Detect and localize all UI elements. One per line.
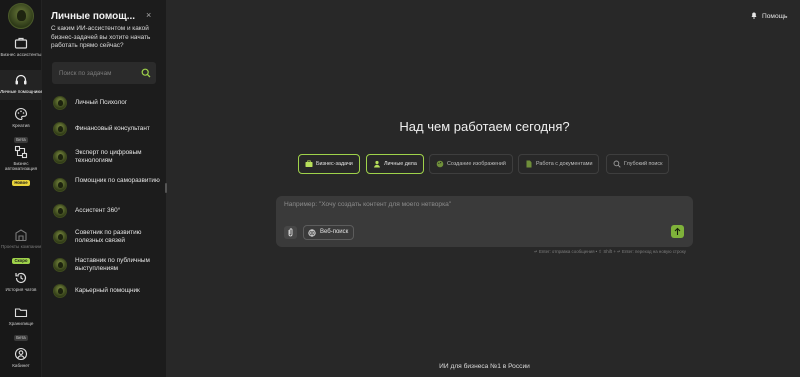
assistant-name: Карьерный помощник [75,287,140,294]
avatar [53,96,67,110]
person-icon [374,160,380,168]
chip-documents[interactable]: Работа с документами [518,154,600,174]
beta-badge: Бета [14,335,28,342]
folder-icon [14,308,28,318]
nav-item-creative[interactable]: Креатив Бета [0,107,42,146]
avatar [53,178,67,192]
globe-icon [308,229,316,237]
assistant-name: Помощник по саморазвитию [75,177,160,184]
avatar [53,122,67,136]
search-box [52,62,156,84]
help-link[interactable]: Помощь [750,11,787,20]
chip-deep-search[interactable]: Глубокий поиск [606,154,670,174]
message-input[interactable] [284,201,664,217]
panel-resize-handle[interactable] [165,183,167,193]
nav-item-business-automation[interactable]: Бизнес автоматизация Новое [0,145,42,189]
chip-label: Создание изображений [447,161,506,167]
palette-icon [15,107,28,121]
close-icon[interactable]: × [146,10,151,20]
logo[interactable] [8,3,34,29]
avatar [53,230,67,244]
nav-item-chat-history[interactable]: История чатов [0,271,42,292]
assistant-item[interactable]: Карьерный помощник [50,280,162,302]
assistant-name: Финансовый консультант [75,125,150,132]
headset-icon [15,74,27,85]
search-input[interactable] [52,62,138,84]
nav-label: Креатив [12,123,30,128]
assistant-name: Советник по развитию полезных связей [75,229,142,245]
nav-label: Проекты компании [0,244,42,249]
assistant-item[interactable]: Личный Психолог [50,92,162,114]
send-button[interactable] [671,225,684,238]
paperclip-icon [288,228,293,237]
web-search-button[interactable]: Веб-поиск [303,225,355,240]
footer-tagline: ИИ для бизнеса №1 в России [439,363,530,370]
nav-label: Бизнес ассистенты [0,52,42,57]
history-icon [15,272,27,284]
assistant-name: Личный Психолог [75,99,128,106]
soon-badge: Скоро [12,258,30,265]
assistant-name: Ассистент 360° [75,207,121,214]
search-icon[interactable] [141,68,151,78]
message-composer: Веб-поиск [276,196,693,247]
chip-label: Работа с документами [536,161,593,167]
assistant-item[interactable]: Финансовый консультант [50,118,162,140]
nav-label: Бизнес автоматизация [4,161,38,172]
new-badge: Новое [12,180,30,187]
bell-icon [751,12,757,19]
web-search-label: Веб-поиск [320,229,349,235]
briefcase-icon [14,37,28,49]
avatar [53,284,67,298]
nav-item-personal-helpers[interactable]: Личные помощники [0,70,42,100]
nav-label: История чатов [5,287,37,292]
chip-business-tasks[interactable]: Бизнес-задачи [298,154,360,174]
chip-images[interactable]: Создание изображений [429,154,513,174]
help-label: Помощь [762,13,788,20]
assistant-item[interactable]: Ассистент 360° [50,200,162,222]
assistants-panel: Личные помощ... × С каким ИИ-ассистентом… [42,0,166,377]
nav-item-storage[interactable]: Хранилище Бета [0,305,42,344]
palette-icon [436,160,444,168]
panel-title: Личные помощ... [51,11,136,22]
avatar [53,258,67,272]
chip-label: Личные дела [384,161,417,167]
assistant-item[interactable]: Эксперт по цифровым технологиям [50,146,162,168]
arrow-up-icon [674,227,681,235]
nav-label: Кабинет [12,363,30,368]
page-title: Над чем работаем сегодня? [399,119,570,134]
attach-button[interactable] [284,226,297,239]
chip-personal[interactable]: Личные дела [366,154,424,174]
document-icon [526,160,532,168]
assistant-name: Эксперт по цифровым технологиям [75,149,142,165]
nav-item-business-assistants[interactable]: Бизнес ассистенты [0,36,42,57]
nav-label: Личные помощники [0,89,42,94]
panel-subtitle: С каким ИИ-ассистентом и какой бизнес-за… [51,25,151,50]
building-icon [15,229,27,242]
user-icon [14,347,28,361]
search-icon [613,160,621,168]
beta-badge: Бета [14,137,28,144]
assistant-item[interactable]: Наставник по публичным выступлениям [50,254,162,276]
flow-icon [14,145,28,159]
nav-item-cabinet[interactable]: Кабинет [0,347,42,368]
assistant-item[interactable]: Советник по развитию полезных связей [50,226,162,248]
chip-label: Бизнес-задачи [316,161,353,167]
avatar [53,204,67,218]
nav-item-company-projects[interactable]: Проекты компании Скоро [0,228,42,267]
avatar [53,150,67,164]
assistant-item[interactable]: Помощник по саморазвитию [50,174,162,196]
keyboard-hint: ↵ Enter: отправка сообщения • ⇧ Shift + … [534,249,686,254]
nav-rail: Бизнес ассистенты Личные помощники Креат… [0,0,42,377]
chip-label: Глубокий поиск [624,161,663,167]
briefcase-icon [305,160,313,167]
nav-label: Хранилище [8,321,34,326]
assistant-name: Наставник по публичным выступлениям [75,257,150,273]
